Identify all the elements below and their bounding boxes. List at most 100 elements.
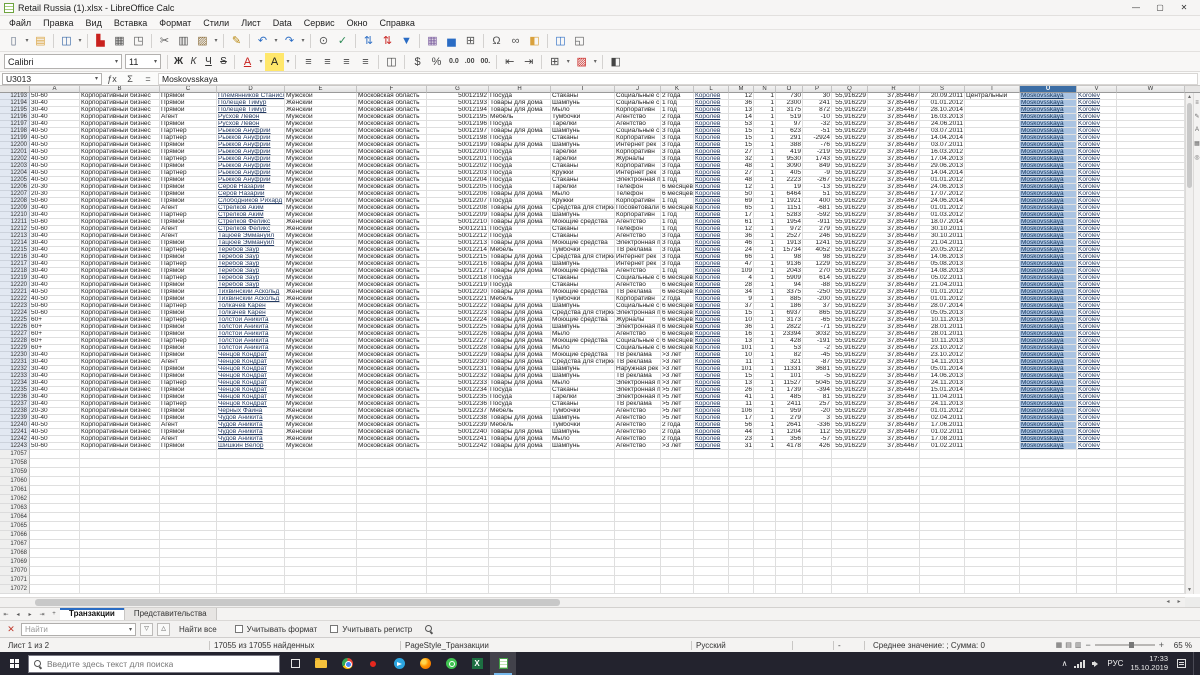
cell[interactable] xyxy=(217,459,285,468)
cell[interactable]: >5 лет xyxy=(661,387,694,394)
cell[interactable] xyxy=(1077,450,1117,459)
percent-format-icon[interactable]: % xyxy=(427,53,446,71)
cell[interactable]: Тумбочки xyxy=(551,247,615,254)
cell[interactable]: -592 xyxy=(803,212,832,219)
row-header[interactable]: 12197 xyxy=(0,121,30,128)
cell[interactable] xyxy=(217,567,285,576)
cell[interactable]: 3173 xyxy=(776,317,803,324)
cell[interactable] xyxy=(427,486,489,495)
cell[interactable]: 5909 xyxy=(776,275,803,282)
cell[interactable] xyxy=(1020,486,1077,495)
cell[interactable]: 55,916229 xyxy=(832,366,868,373)
chevron-down-icon[interactable]: ▾ xyxy=(591,53,599,71)
cell[interactable]: 101 xyxy=(729,366,754,373)
cell[interactable]: 14 xyxy=(729,114,754,121)
cell[interactable]: Королев xyxy=(694,156,729,163)
cell[interactable]: 27 xyxy=(729,170,754,177)
cell[interactable] xyxy=(217,531,285,540)
cell[interactable]: 400 xyxy=(803,198,832,205)
cell[interactable] xyxy=(1117,93,1185,100)
cell[interactable]: 6 месяцев xyxy=(661,338,694,345)
cell[interactable]: Товары для дома xyxy=(489,261,551,268)
cell[interactable]: Korolev xyxy=(1077,240,1117,247)
cell[interactable] xyxy=(803,558,832,567)
cell[interactable]: Korolev xyxy=(1077,135,1117,142)
cell[interactable]: Moskovsskaya xyxy=(1020,436,1077,443)
cell[interactable]: ТВ реклама xyxy=(615,352,661,359)
cell[interactable]: 50012229 xyxy=(427,352,489,359)
cell[interactable]: Korolev xyxy=(1077,268,1117,275)
cell[interactable]: Королев xyxy=(694,331,729,338)
cell[interactable]: 50012224 xyxy=(427,317,489,324)
cell[interactable] xyxy=(1117,219,1185,226)
cell[interactable]: Товары для дома xyxy=(489,429,551,436)
cell[interactable] xyxy=(1117,468,1185,477)
cell[interactable] xyxy=(965,345,1020,352)
cell[interactable]: 14.11.2013 xyxy=(920,359,965,366)
cell[interactable] xyxy=(661,558,694,567)
cell[interactable] xyxy=(615,522,661,531)
cell[interactable]: Korolev xyxy=(1077,275,1117,282)
cell[interactable]: Товары для дома xyxy=(489,268,551,275)
navigator-icon[interactable]: ◎ xyxy=(1194,154,1200,161)
cell[interactable] xyxy=(427,576,489,585)
cell[interactable] xyxy=(1117,429,1185,436)
cell[interactable]: Мужской xyxy=(285,275,357,282)
cell[interactable]: Партнер xyxy=(160,380,217,387)
cell[interactable] xyxy=(285,504,357,513)
cell[interactable]: 50012238 xyxy=(427,415,489,422)
cell[interactable] xyxy=(160,549,217,558)
cell[interactable]: -267 xyxy=(803,177,832,184)
cell[interactable]: Прямой xyxy=(160,310,217,317)
cell[interactable]: Королев xyxy=(694,170,729,177)
cell[interactable]: 23.10.2012 xyxy=(920,345,965,352)
cell[interactable]: 1743 xyxy=(803,156,832,163)
cell[interactable]: 01.01.2012 xyxy=(920,177,965,184)
cell[interactable]: 1 год xyxy=(661,107,694,114)
cell[interactable] xyxy=(427,495,489,504)
sheet-tab-1[interactable]: Транзакции xyxy=(60,607,125,621)
open-icon[interactable]: ▤ xyxy=(31,32,50,50)
cell[interactable]: Korolev xyxy=(1077,422,1117,429)
cell[interactable] xyxy=(489,585,551,594)
cell[interactable] xyxy=(965,567,1020,576)
cell[interactable] xyxy=(729,522,754,531)
cell[interactable]: Korolev xyxy=(1077,408,1117,415)
cell[interactable] xyxy=(965,184,1020,191)
find-next-icon[interactable]: ▽ xyxy=(140,622,153,636)
cell[interactable]: Телефон xyxy=(615,184,661,191)
cell[interactable]: 101 xyxy=(729,345,754,352)
cell[interactable]: Мужской xyxy=(285,163,357,170)
chrome-icon[interactable] xyxy=(334,652,360,675)
cell[interactable]: Московская область xyxy=(357,331,427,338)
cell[interactable]: -2924 xyxy=(803,135,832,142)
cell[interactable] xyxy=(776,477,803,486)
cell[interactable]: 37,854467 xyxy=(868,128,920,135)
cell[interactable] xyxy=(832,540,868,549)
cell[interactable]: Korolev xyxy=(1077,212,1117,219)
cell[interactable] xyxy=(868,495,920,504)
cell[interactable] xyxy=(160,513,217,522)
new-document-icon[interactable]: ▯ xyxy=(4,32,23,50)
cell[interactable]: 15 xyxy=(729,135,754,142)
cell[interactable] xyxy=(489,549,551,558)
cell[interactable]: 37,854467 xyxy=(868,247,920,254)
cell[interactable]: 1 xyxy=(754,310,776,317)
cell[interactable]: 1 xyxy=(754,303,776,310)
cell[interactable]: Московская область xyxy=(357,240,427,247)
cell[interactable]: Корпоративный бизнес xyxy=(80,338,160,345)
cell[interactable]: -71 xyxy=(803,324,832,331)
cell[interactable]: Посуда xyxy=(489,226,551,233)
cell[interactable] xyxy=(30,504,80,513)
cell[interactable] xyxy=(694,585,729,594)
conditional-formatting-icon[interactable]: ◧ xyxy=(606,53,625,71)
cell[interactable]: Электронная п xyxy=(615,387,661,394)
cell[interactable] xyxy=(832,459,868,468)
cell[interactable]: Корпоративный бизнес xyxy=(80,205,160,212)
cell[interactable]: Товары для дома xyxy=(489,191,551,198)
cell[interactable]: Корпоративный бизнес xyxy=(80,303,160,310)
cell[interactable] xyxy=(1117,387,1185,394)
cell[interactable]: Интернет рек xyxy=(615,261,661,268)
cell[interactable] xyxy=(551,522,615,531)
cell[interactable]: Королев xyxy=(694,310,729,317)
